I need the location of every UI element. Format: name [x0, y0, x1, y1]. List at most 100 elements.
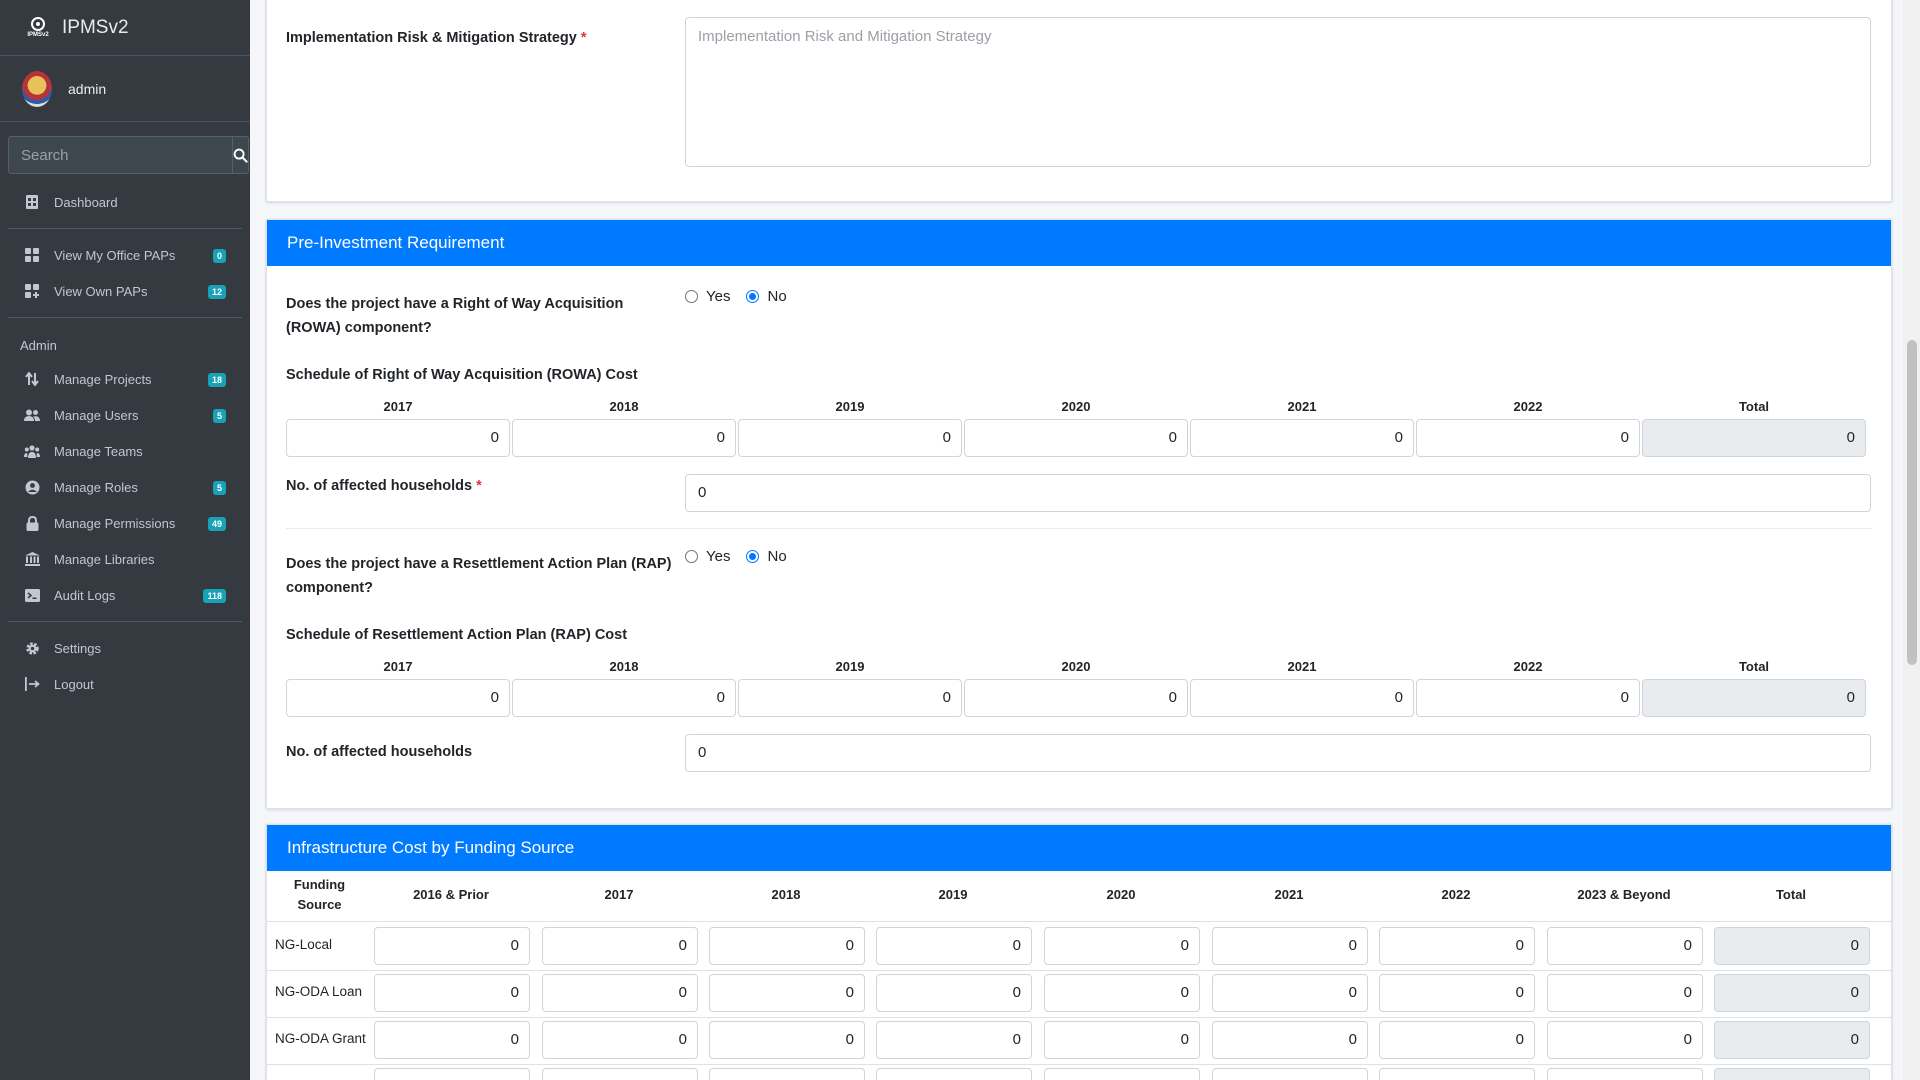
- sidebar-item-label: Manage Libraries: [54, 551, 155, 567]
- count-badge: 0: [212, 249, 226, 263]
- funding-cost-input[interactable]: 0: [1212, 974, 1368, 1012]
- sidebar-item-settings[interactable]: Settings: [8, 630, 242, 666]
- brand-link[interactable]: IPMSv2 IPMSv2: [0, 0, 250, 56]
- risk-mitigation-textarea[interactable]: Implementation Risk and Mitigation Strat…: [685, 17, 1871, 167]
- funding-cost-input[interactable]: 0: [1212, 927, 1368, 965]
- search-input[interactable]: [8, 136, 232, 174]
- rowa-households-input[interactable]: 0: [685, 474, 1871, 512]
- funding-cost-input[interactable]: 0: [374, 927, 530, 965]
- sidebar-item-manage-teams[interactable]: Manage Teams: [8, 433, 242, 469]
- year-cost-input[interactable]: 0: [1190, 679, 1414, 717]
- scrollbar-thumb[interactable]: [1907, 340, 1917, 665]
- funding-cost-input[interactable]: 0: [1547, 1021, 1703, 1059]
- funding-cost-input[interactable]: 0: [1044, 927, 1200, 965]
- rap-question: Does the project have a Resettlement Act…: [286, 552, 671, 600]
- funding-cost-input[interactable]: [1714, 1068, 1870, 1080]
- funding-cost-input[interactable]: 0: [1212, 1021, 1368, 1059]
- funding-cost-input[interactable]: 0: [542, 974, 698, 1012]
- search-button[interactable]: [232, 136, 249, 174]
- funding-cost-input[interactable]: 0: [876, 1021, 1032, 1059]
- funding-cost-input[interactable]: 0: [1044, 974, 1200, 1012]
- funding-cost-input[interactable]: 0: [542, 1021, 698, 1059]
- funding-cost-input[interactable]: 0: [1379, 927, 1535, 965]
- funding-cost-input[interactable]: 0: [1547, 927, 1703, 965]
- sidebar-item-label: Manage Projects: [54, 371, 152, 387]
- column-header: 2018: [771, 887, 801, 902]
- rowa-yes-radio[interactable]: [685, 290, 698, 303]
- year-cost-input[interactable]: 0: [512, 679, 736, 717]
- funding-cost-input[interactable]: [1212, 1068, 1368, 1080]
- sidebar-item-manage-libraries[interactable]: Manage Libraries: [8, 541, 242, 577]
- rap-question-line1: Does the project have a Resettlement Act…: [286, 556, 672, 572]
- sidebar-item-manage-roles[interactable]: Manage Roles 5: [8, 469, 242, 505]
- funding-cost-input[interactable]: 0: [709, 1021, 865, 1059]
- divider: [8, 317, 242, 318]
- year-cost-input[interactable]: 0: [1416, 679, 1640, 717]
- sidebar-item-label: Audit Logs: [54, 587, 116, 603]
- funding-cost-input[interactable]: 0: [374, 1021, 530, 1059]
- funding-cost-input[interactable]: [1044, 1068, 1200, 1080]
- risk-card: Implementation Risk & Mitigation Strateg…: [266, 0, 1892, 202]
- rowa-question: Does the project have a Right of Way Acq…: [286, 292, 623, 340]
- terminal-icon: [24, 587, 40, 603]
- funding-cost-input[interactable]: 0: [1547, 974, 1703, 1012]
- funding-cost-input[interactable]: [709, 1068, 865, 1080]
- year-cost-input[interactable]: 0: [964, 419, 1188, 457]
- rap-yes-radio[interactable]: [685, 550, 698, 563]
- funding-cost-input[interactable]: 0: [1379, 1021, 1535, 1059]
- funding-source-header: Funding Source: [267, 875, 372, 915]
- sidebar-item-manage-users[interactable]: Manage Users 5: [8, 397, 242, 433]
- column-header: 2021: [1274, 887, 1304, 902]
- team-icon: [24, 443, 40, 459]
- rap-households-input[interactable]: 0: [685, 734, 1871, 772]
- user-panel[interactable]: admin: [0, 56, 250, 122]
- year-column-header: 2018: [609, 659, 639, 674]
- year-cost-input[interactable]: 0: [1190, 419, 1414, 457]
- total-field: 0: [1642, 419, 1866, 457]
- rowa-no-radio[interactable]: [746, 290, 760, 303]
- radio-label-no[interactable]: No: [767, 548, 786, 565]
- risk-label: Implementation Risk & Mitigation Strateg…: [286, 30, 587, 46]
- funding-cost-input[interactable]: 0: [876, 927, 1032, 965]
- divider: [267, 970, 1893, 971]
- funding-cost-input[interactable]: 0: [374, 974, 530, 1012]
- column-header: 2016 & Prior: [413, 887, 489, 902]
- year-cost-input[interactable]: 0: [512, 419, 736, 457]
- year-cost-input[interactable]: 0: [738, 419, 962, 457]
- funding-cost-input[interactable]: 0: [1044, 1021, 1200, 1059]
- sidebar-item-manage-projects[interactable]: Manage Projects 18: [8, 361, 242, 397]
- funding-cost-input[interactable]: [1547, 1068, 1703, 1080]
- funding-cost-input[interactable]: [374, 1068, 530, 1080]
- funding-cost-input[interactable]: 0: [542, 927, 698, 965]
- rap-no-radio[interactable]: [746, 550, 760, 563]
- sidebar-item-view-own-paps[interactable]: View Own PAPs 12: [8, 273, 242, 309]
- grid-plus-icon: [24, 283, 40, 299]
- funding-cost-input[interactable]: 0: [876, 974, 1032, 1012]
- radio-label-yes[interactable]: Yes: [706, 548, 730, 565]
- year-cost-input[interactable]: 0: [286, 679, 510, 717]
- sidebar-item-logout[interactable]: Logout: [8, 666, 242, 702]
- user-name[interactable]: admin: [68, 81, 106, 97]
- sidebar-item-manage-permissions[interactable]: Manage Permissions 49: [8, 505, 242, 541]
- radio-label-yes[interactable]: Yes: [706, 288, 730, 305]
- radio-label-no[interactable]: No: [767, 288, 786, 305]
- funding-cost-input[interactable]: [1379, 1068, 1535, 1080]
- year-column-header: 2020: [1061, 399, 1091, 414]
- year-column-header: 2020: [1061, 659, 1091, 674]
- sidebar-item-view-office-paps[interactable]: View My Office PAPs 0: [8, 237, 242, 273]
- page-scrollbar[interactable]: [1903, 0, 1920, 1080]
- divider: [267, 921, 1893, 922]
- funding-cost-input[interactable]: 0: [1379, 974, 1535, 1012]
- year-cost-input[interactable]: 0: [286, 419, 510, 457]
- year-cost-input[interactable]: 0: [1416, 419, 1640, 457]
- funding-cost-input[interactable]: [542, 1068, 698, 1080]
- funding-cost-input[interactable]: [876, 1068, 1032, 1080]
- column-header: 2023 & Beyond: [1577, 887, 1671, 902]
- funding-cost-input[interactable]: 0: [709, 927, 865, 965]
- sidebar-item-dashboard[interactable]: Dashboard: [8, 184, 242, 220]
- sidebar-item-audit-logs[interactable]: Audit Logs 118: [8, 577, 242, 613]
- divider: [286, 528, 1872, 529]
- year-cost-input[interactable]: 0: [738, 679, 962, 717]
- funding-cost-input[interactable]: 0: [709, 974, 865, 1012]
- year-cost-input[interactable]: 0: [964, 679, 1188, 717]
